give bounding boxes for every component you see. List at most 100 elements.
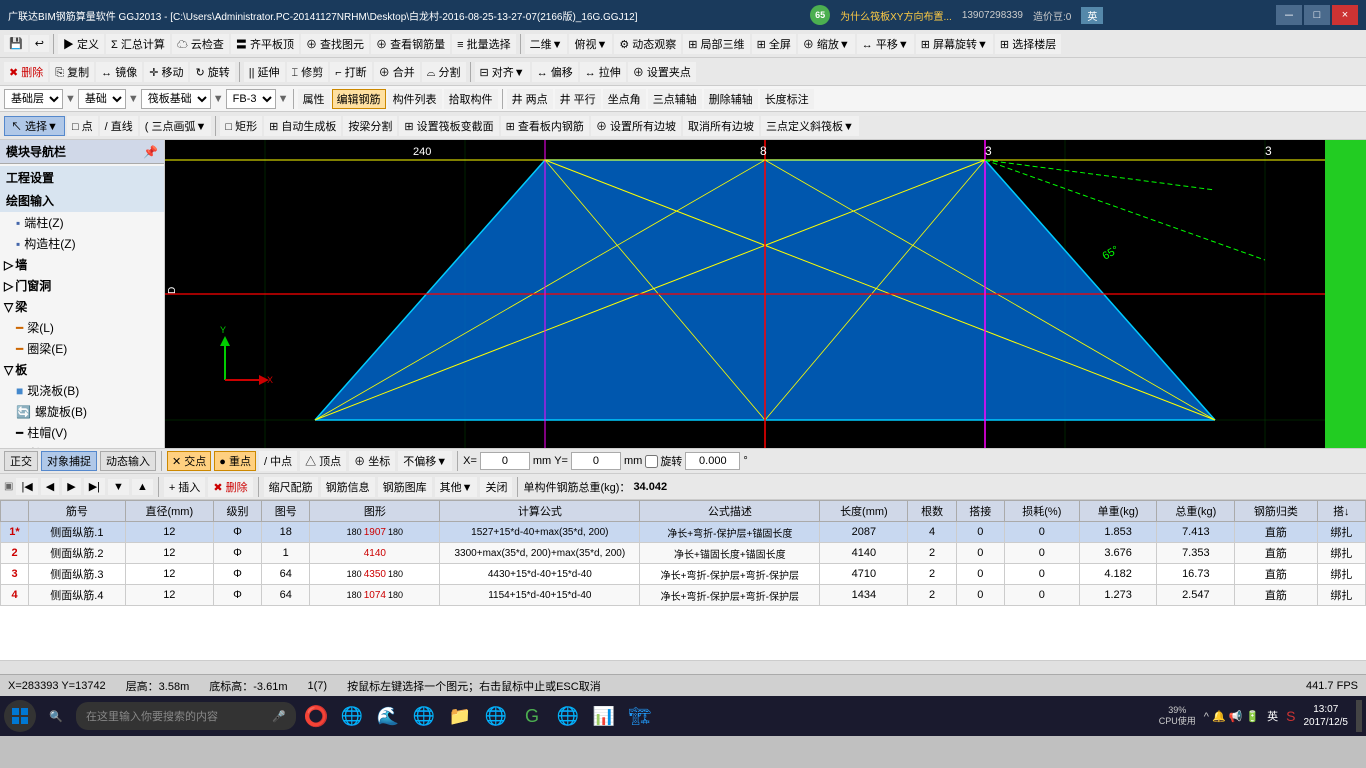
auto-slab-btn[interactable]: ⊞ 自动生成板 [264, 116, 341, 136]
quick-save-btn[interactable]: 💾 [4, 35, 28, 52]
view-slab-rebar-btn[interactable]: ⊞ 查看板内钢筋 [501, 116, 589, 136]
extend-btn[interactable]: || 延伸 [244, 62, 285, 82]
cloud-check-btn[interactable]: ☁ 云检查 [172, 34, 229, 54]
nav-col-cap[interactable]: ━ 柱帽(V) [0, 422, 164, 443]
no-offset-btn[interactable]: 不偏移▼ [398, 451, 452, 471]
snap-midpoint-btn[interactable]: / 中点 [259, 451, 297, 471]
nav-prev-btn[interactable]: ◀ [41, 478, 59, 495]
mirror-btn[interactable]: ↔ 镜像 [96, 62, 142, 82]
nav-ring-beam[interactable]: ━ 圈梁(E) [0, 338, 164, 359]
del-row-btn[interactable]: ✖ 删除 [208, 477, 252, 497]
nav-beam-l[interactable]: ━ 梁(L) [0, 317, 164, 338]
other-menu-btn[interactable]: 其他▼ [435, 477, 478, 497]
align-btn[interactable]: ⊟ 对齐▼ [475, 62, 530, 82]
nav-door-group[interactable]: ▷ 门窗洞 [0, 275, 164, 296]
y-input[interactable]: 0 [571, 452, 621, 470]
zoom-btn[interactable]: ⊕ 缩放▼ [798, 34, 855, 54]
taskbar-edge2[interactable]: 🌐 [408, 700, 440, 732]
nav-wall-group[interactable]: ▷ 墙 [0, 254, 164, 275]
move-btn[interactable]: ✛ 移动 [144, 62, 188, 82]
taskbar-app2[interactable]: 🏗 [624, 700, 656, 732]
taskbar-edge[interactable]: 🌊 [372, 700, 404, 732]
object-snap-btn[interactable]: 对象捕捉 [41, 451, 97, 471]
rebar-info-btn[interactable]: 钢筋信息 [321, 477, 375, 497]
point-angle-btn[interactable]: 坐点角 [603, 89, 646, 109]
taskbar-explorer[interactable]: 📁 [444, 700, 476, 732]
nav-cast-slab[interactable]: ■ 现浇板(B) [0, 380, 164, 401]
snap-mid-btn2[interactable]: ● 重点 [214, 451, 256, 471]
x-input[interactable]: 0 [480, 452, 530, 470]
nav-project-settings[interactable]: 工程设置 [0, 166, 164, 189]
insert-btn[interactable]: + 插入 [164, 477, 205, 497]
rotate-btn[interactable]: ⊞ 屏幕旋转▼ [916, 34, 993, 54]
nav-pin-icon[interactable]: 📌 [143, 145, 158, 159]
snap-coord-btn[interactable]: ⊕ 坐标 [349, 451, 395, 471]
nav-up-btn[interactable]: ▲ [132, 479, 153, 495]
property-btn[interactable]: 属性 [298, 89, 330, 109]
comp-list-btn[interactable]: 构件列表 [388, 89, 442, 109]
taskbar-app1[interactable]: 📊 [588, 700, 620, 732]
close-panel-btn[interactable]: 关闭 [480, 477, 512, 497]
rebar-lib-btn[interactable]: 钢筋图库 [378, 477, 432, 497]
nav-spiral-slab[interactable]: 🔄 螺旋板(B) [0, 401, 164, 422]
nav-last-btn[interactable]: ▶| [84, 478, 105, 495]
table-row[interactable]: 1*侧面纵筋.112Φ18 180 1907 180 1527+15*d-40+… [1, 522, 1366, 543]
view-rebar-btn[interactable]: ⊕ 查看钢筋量 [371, 34, 450, 54]
find-elem-btn[interactable]: ⊕ 查找图元 [301, 34, 369, 54]
rotate-input[interactable]: 0.000 [685, 452, 740, 470]
split-btn[interactable]: ⌓ 分割 [422, 62, 466, 82]
snap-vertex-btn[interactable]: △ 顶点 [300, 451, 346, 471]
nav-down-btn[interactable]: ▼ [108, 479, 129, 495]
maximize-button[interactable]: □ [1304, 5, 1330, 25]
nav-slab-group[interactable]: ▽ 板 [0, 359, 164, 380]
view-btn[interactable]: 俯视▼ [569, 34, 612, 54]
comp-select[interactable]: 筏板基础 [141, 89, 211, 109]
table-row[interactable]: 4侧面纵筋.412Φ64 180 1074 180 1154+15*d-40+1… [1, 585, 1366, 606]
batch-select-btn[interactable]: ≡ 批量选择 [452, 34, 515, 54]
table-scrollbar[interactable] [0, 660, 1366, 674]
rotate2-btn[interactable]: ↻ 旋转 [190, 62, 234, 82]
scale-rebar-btn[interactable]: 缩尺配筋 [264, 477, 318, 497]
close-button[interactable]: × [1332, 5, 1358, 25]
merge-btn[interactable]: ⊕ 合并 [374, 62, 420, 82]
ortho-btn[interactable]: 正交 [4, 451, 38, 471]
rect-btn[interactable]: □ 矩形 [220, 116, 262, 136]
del-aux-btn[interactable]: 删除辅轴 [704, 89, 758, 109]
inclined-slab-btn[interactable]: 三点定义斜筏板▼ [761, 116, 859, 136]
item-select[interactable]: FB-3 [226, 89, 276, 109]
table-row[interactable]: 3侧面纵筋.312Φ64 180 4350 180 4430+15*d-40+1… [1, 564, 1366, 585]
set-slope-btn[interactable]: ⊕ 设置所有边坡 [591, 116, 681, 136]
break-btn[interactable]: ⌐ 打断 [330, 62, 371, 82]
trim-btn[interactable]: ⌶ 修剪 [287, 62, 329, 82]
canvas-area[interactable]: 8 3 3 240 X Y X Y D 65° [165, 140, 1366, 448]
nav-beam-group[interactable]: ▽ 梁 [0, 296, 164, 317]
copy-btn[interactable]: ⎘ 复制 [50, 62, 94, 82]
line-btn[interactable]: / 直线 [100, 116, 138, 136]
2d-btn[interactable]: 二维▼ [525, 34, 568, 54]
nav-next-btn[interactable]: ▶ [62, 478, 80, 495]
nav-struct-column[interactable]: ▪ 构造柱(Z) [0, 233, 164, 254]
nav-first-btn[interactable]: |◀ [16, 478, 37, 495]
length-mark-btn[interactable]: 长度标注 [760, 89, 814, 109]
undo-btn[interactable]: ↩ [30, 35, 49, 52]
fullscreen-btn[interactable]: ⊞ 全屏 [752, 34, 796, 54]
calc-btn[interactable]: Σ 汇总计算 [106, 34, 170, 54]
delete-btn[interactable]: ✖ 删除 [4, 62, 48, 82]
show-desktop[interactable] [1356, 700, 1362, 732]
nav-col-space[interactable]: ⊞ 柱间(N) [0, 443, 164, 448]
grip-btn[interactable]: ⊕ 设置夹点 [628, 62, 696, 82]
two-point-btn[interactable]: 井 两点 [507, 89, 553, 109]
taskbar-search[interactable]: 🔍 [40, 700, 72, 732]
three-point-aux-btn[interactable]: 三点辅轴 [648, 89, 702, 109]
define-btn[interactable]: ▶ 定义 [58, 34, 104, 54]
search-bar[interactable]: 在这里输入你要搜索的内容 🎤 [76, 702, 296, 730]
split-beam-btn[interactable]: 按梁分割 [343, 116, 397, 136]
set-section-btn[interactable]: ⊞ 设置筏板变截面 [399, 116, 498, 136]
taskbar-ie2[interactable]: 🌐 [480, 700, 512, 732]
lang-tray[interactable]: 英 [1267, 708, 1278, 724]
taskbar-cortana[interactable]: ⭕ [300, 700, 332, 732]
minimize-button[interactable]: － [1276, 5, 1302, 25]
stretch-btn[interactable]: ↔ 拉伸 [580, 62, 626, 82]
offset-btn[interactable]: ↔ 偏移 [532, 62, 578, 82]
arc-btn[interactable]: ( 三点画弧▼ [140, 116, 212, 136]
